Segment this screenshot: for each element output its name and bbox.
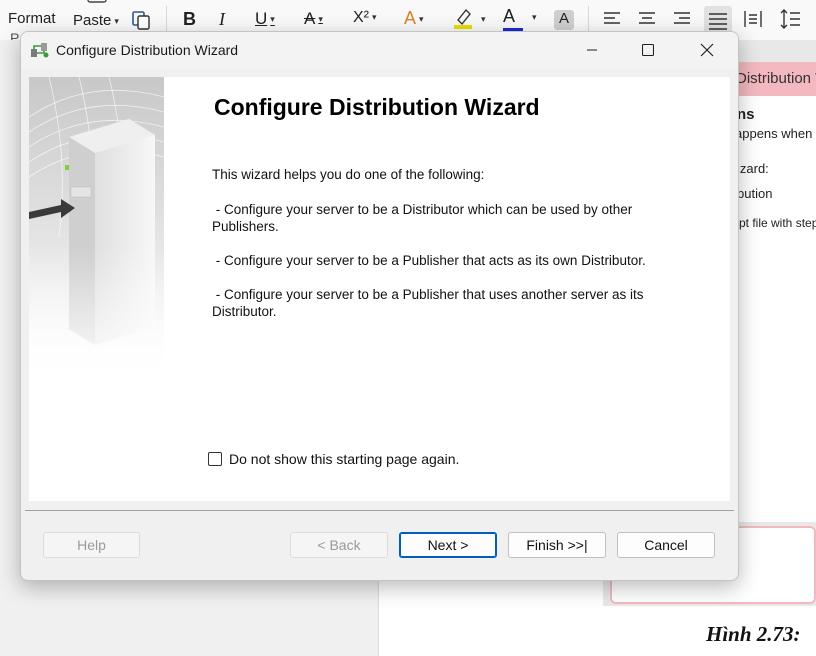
strikethrough-button[interactable]: A ▾ <box>304 9 323 29</box>
chevron-down-icon: ▾ <box>318 14 323 25</box>
copy-format-icon[interactable] <box>130 9 152 31</box>
chevron-down-icon: ▾ <box>114 15 119 26</box>
chevron-down-icon: ▾ <box>532 12 537 22</box>
line-spacing-icon[interactable] <box>780 8 810 30</box>
background-heading: ns <box>737 106 755 123</box>
italic-button[interactable]: I <box>219 9 225 30</box>
font-color-button[interactable]: A ▾ <box>503 6 537 32</box>
paste-icon <box>86 0 108 6</box>
dont-show-again-checkbox[interactable]: Do not show this starting page again. <box>208 451 459 467</box>
finish-button[interactable]: Finish >>| <box>508 532 606 558</box>
server-illustration <box>28 76 165 382</box>
close-button[interactable] <box>682 32 732 68</box>
chevron-down-icon: ▾ <box>419 13 424 24</box>
help-button[interactable]: Help <box>43 532 140 558</box>
dialog-titlebar[interactable]: Configure Distribution Wizard <box>21 32 738 69</box>
toolbar-divider <box>166 6 167 32</box>
checkbox-label: Do not show this starting page again. <box>229 451 460 467</box>
footer-divider <box>25 510 734 511</box>
superscript-icon: X² <box>353 9 369 26</box>
figure-caption: Hình 2.73: <box>706 622 801 646</box>
toolbar-divider <box>588 6 589 32</box>
format-label: Format <box>8 10 56 27</box>
minimize-icon <box>587 49 597 51</box>
align-left-icon[interactable] <box>603 11 621 27</box>
text-effects-icon: A <box>404 8 417 28</box>
dialog-title: Configure Distribution Wizard <box>56 42 239 58</box>
underline-button[interactable]: U ▾ <box>255 9 275 29</box>
background-text: izard: <box>737 161 769 176</box>
format-button[interactable]: Format <box>8 10 56 27</box>
wizard-content: Configure Distribution Wizard This wizar… <box>28 76 730 501</box>
wizard-heading: Configure Distribution Wizard <box>214 94 540 120</box>
paste-button[interactable]: Paste ▾ <box>73 12 119 29</box>
align-center-icon[interactable] <box>638 11 656 27</box>
maximize-icon <box>642 44 654 56</box>
italic-icon: I <box>219 9 225 29</box>
minimize-button[interactable] <box>567 32 617 68</box>
underline-icon: U <box>255 9 268 28</box>
checkbox-box[interactable] <box>208 452 222 466</box>
align-right-icon[interactable] <box>673 11 691 27</box>
bold-button[interactable]: B <box>183 9 196 30</box>
font-color-icon: A <box>503 6 516 26</box>
configure-distribution-dialog: Configure Distribution Wizard Configure … <box>20 31 739 581</box>
wizard-intro: This wizard helps you do one of the foll… <box>212 167 485 182</box>
maximize-button[interactable] <box>623 32 673 68</box>
wizard-option-3: - Configure your server to be a Publishe… <box>212 287 648 319</box>
cancel-button[interactable]: Cancel <box>617 532 715 558</box>
wizard-option-1: - Configure your server to be a Distribu… <box>212 202 636 234</box>
wizard-app-icon <box>30 41 50 64</box>
text-effects-button[interactable]: A ▾ <box>404 8 424 29</box>
next-button[interactable]: Next > <box>399 532 497 558</box>
back-button[interactable]: < Back <box>290 532 388 558</box>
strikethrough-icon: A <box>304 9 316 28</box>
chevron-down-icon: ▾ <box>270 14 275 25</box>
shading-icon: A <box>558 10 569 27</box>
background-text: appens when y <box>735 126 816 141</box>
distributed-icon[interactable] <box>743 9 763 29</box>
highlight-button[interactable]: ▾ <box>452 6 486 30</box>
superscript-button[interactable]: X² ▾ <box>353 9 377 27</box>
close-icon <box>700 43 714 57</box>
chevron-down-icon: ▾ <box>481 14 486 24</box>
paste-label: Paste <box>73 12 112 29</box>
bold-icon: B <box>183 9 196 29</box>
background-text: pt file with step <box>739 216 816 230</box>
background-text: bution <box>737 186 773 201</box>
shading-button[interactable]: A <box>554 10 574 30</box>
justify-icon[interactable] <box>704 6 732 34</box>
chevron-down-icon: ▾ <box>372 12 377 23</box>
wizard-option-2: - Configure your server to be a Publishe… <box>212 253 646 268</box>
